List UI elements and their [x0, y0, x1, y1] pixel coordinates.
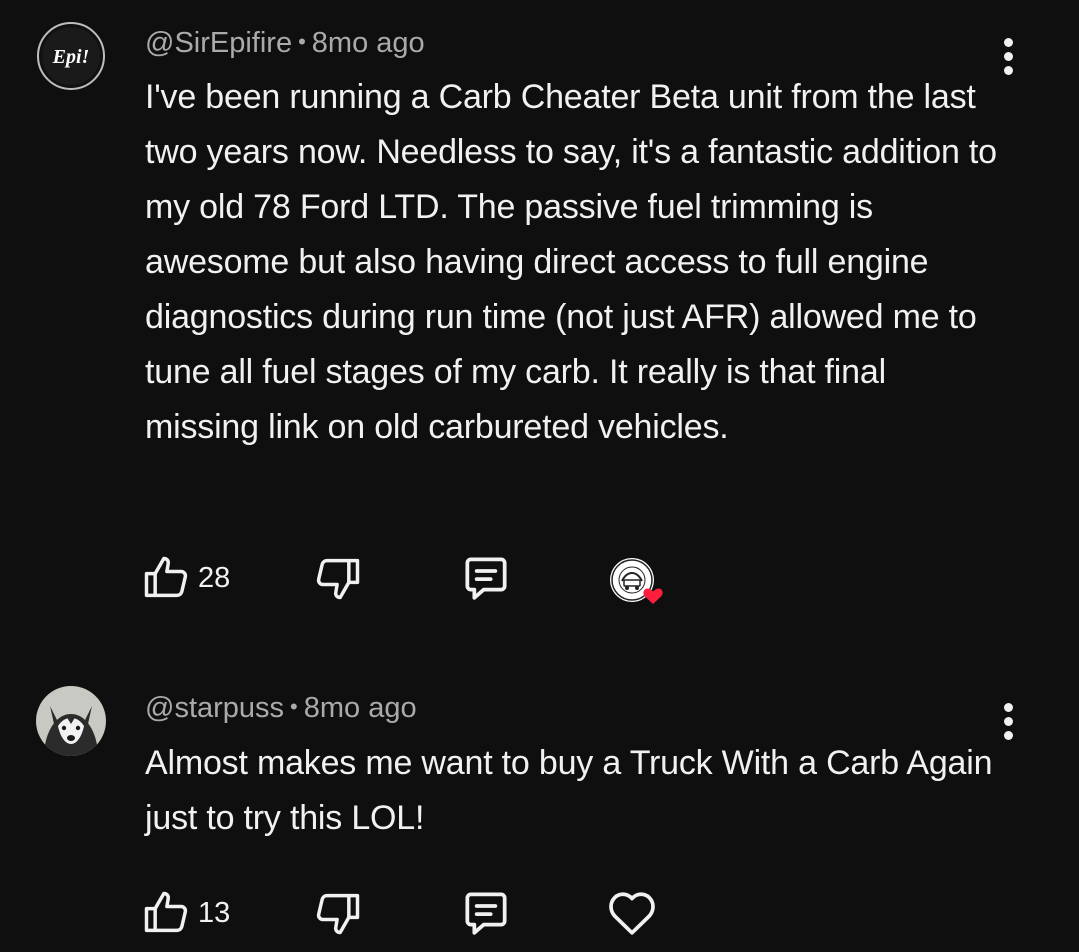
comment-time[interactable]: 8mo ago [304, 692, 417, 724]
reply-button[interactable] [458, 885, 514, 941]
thumbs-down-icon [316, 893, 360, 935]
dislike-button[interactable] [312, 550, 364, 606]
avatar[interactable] [36, 686, 106, 756]
creator-heart-badge[interactable] [608, 554, 668, 610]
author-name[interactable]: @starpuss [145, 692, 284, 724]
heart-icon [643, 588, 663, 604]
heart-icon [609, 892, 655, 935]
comment-actions: 28 [140, 550, 700, 606]
comment-actions: 13 [140, 885, 700, 941]
author-name[interactable]: @SirEpifire [145, 27, 292, 59]
meta-separator: • [298, 29, 306, 54]
reply-button[interactable] [458, 550, 514, 606]
thumbs-up-icon [144, 556, 188, 598]
thumbs-down-icon [316, 558, 360, 600]
like-button[interactable]: 13 [140, 885, 230, 941]
comment-meta: @SirEpifire • 8mo ago [145, 23, 425, 65]
thumbs-up-icon [144, 891, 188, 933]
dislike-button[interactable] [312, 885, 364, 941]
avatar-logo-text: Epi! [52, 46, 90, 68]
meta-separator: • [290, 694, 298, 719]
heart-button[interactable] [604, 885, 660, 941]
comment-meta: @starpuss • 8mo ago [145, 688, 417, 730]
like-count: 13 [198, 896, 231, 929]
like-button[interactable]: 28 [140, 550, 230, 606]
comment-text: I've been running a Carb Cheater Beta un… [145, 78, 997, 446]
avatar[interactable]: Epi! [36, 21, 106, 91]
reply-icon [465, 892, 507, 935]
like-count: 28 [198, 561, 231, 594]
comment-time[interactable]: 8mo ago [312, 27, 425, 59]
comment-text: Almost makes me want to buy a Truck With… [145, 744, 993, 837]
reply-icon [465, 557, 507, 600]
